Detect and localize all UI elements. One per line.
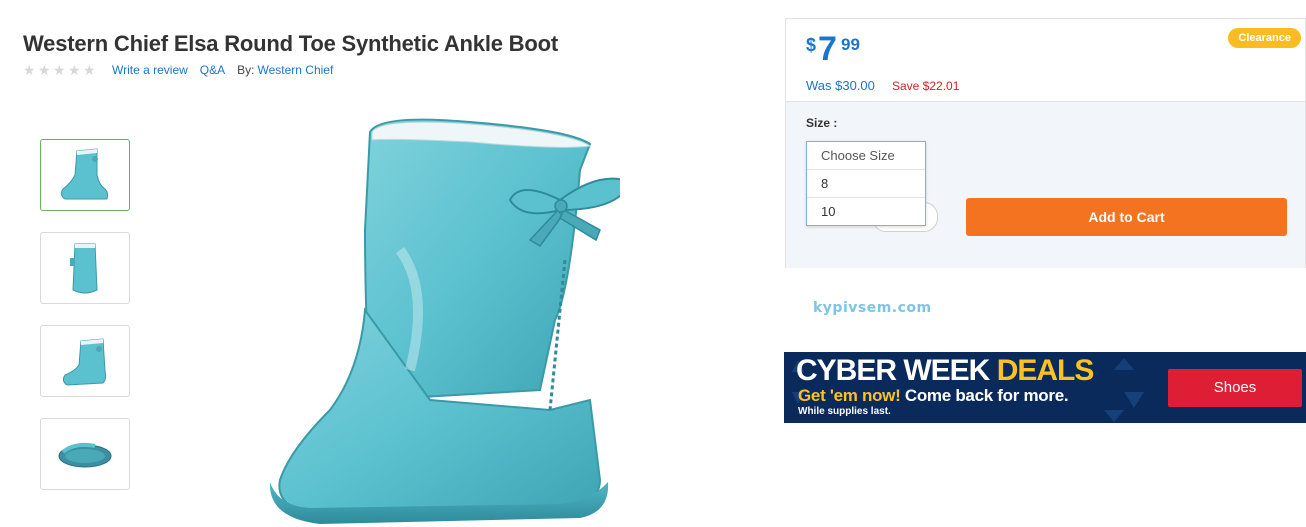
add-to-cart-button[interactable]: Add to Cart xyxy=(966,198,1287,236)
brand-link[interactable]: Western Chief xyxy=(257,63,333,77)
star-icon: ★ xyxy=(68,62,81,78)
star-icon: ★ xyxy=(83,62,96,78)
thumbnail-three-quarter[interactable] xyxy=(40,325,130,397)
product-page: Western Chief Elsa Round Toe Synthetic A… xyxy=(0,0,1306,527)
star-icon: ★ xyxy=(53,62,66,78)
product-title: Western Chief Elsa Round Toe Synthetic A… xyxy=(23,30,558,56)
size-label: Size : xyxy=(806,116,838,130)
watermark-text: kypivsem.com xyxy=(813,300,932,316)
price-currency: $ xyxy=(806,35,817,55)
thumbnail-sole[interactable] xyxy=(40,418,130,490)
boot-image xyxy=(269,118,632,524)
clearance-badge: Clearance xyxy=(1228,28,1301,48)
product-meta-row: ★ ★ ★ ★ ★ Write a review Q&A By: Western… xyxy=(23,62,345,78)
size-option[interactable]: 10 xyxy=(807,197,925,225)
buy-box: $ 7 99 Was $30.00 Save $22.01 Clearance … xyxy=(785,18,1306,268)
size-option-placeholder[interactable]: Choose Size xyxy=(807,142,925,169)
star-icon: ★ xyxy=(38,62,51,78)
boot-thumbnail-image xyxy=(62,338,107,386)
rating-stars[interactable]: ★ ★ ★ ★ ★ xyxy=(23,63,98,77)
banner-sub-rest: Come back for more. xyxy=(900,386,1069,405)
main-product-image[interactable] xyxy=(260,110,632,527)
size-option[interactable]: 8 xyxy=(807,169,925,197)
star-icon: ★ xyxy=(23,62,36,78)
options-area: Size : Choose Size 8 10 Add to Cart xyxy=(786,101,1305,268)
banner-disclaimer: While supplies last. xyxy=(798,406,891,417)
price-cents: 99 xyxy=(841,35,860,54)
thumbnail-side[interactable] xyxy=(40,139,130,211)
banner-sub-highlight: Get 'em now! xyxy=(798,386,901,405)
write-review-link[interactable]: Write a review xyxy=(112,63,188,77)
qa-link[interactable]: Q&A xyxy=(200,63,225,77)
was-price: Was $30.00 xyxy=(806,78,875,93)
size-dropdown[interactable]: Choose Size 8 10 xyxy=(806,141,926,226)
shoes-button[interactable]: Shoes xyxy=(1168,369,1302,407)
boot-thumbnail-image xyxy=(60,148,109,200)
by-label: By: xyxy=(237,63,255,77)
cyber-week-banner[interactable]: CYBER WEEK DEALS Get 'em now! Come back … xyxy=(784,352,1306,423)
boot-thumbnail-image xyxy=(70,243,98,294)
banner-subheadline: Get 'em now! Come back for more. xyxy=(798,386,1069,406)
banner-headline: CYBER WEEK DEALS xyxy=(796,354,1095,388)
banner-headline-deals: DEALS xyxy=(996,354,1095,387)
save-amount: Save $22.01 xyxy=(892,79,960,93)
banner-headline-main: CYBER WEEK xyxy=(796,354,997,387)
price-whole: 7 xyxy=(818,30,837,68)
thumbnail-back[interactable] xyxy=(40,232,130,304)
boot-thumbnail-image xyxy=(58,442,112,468)
